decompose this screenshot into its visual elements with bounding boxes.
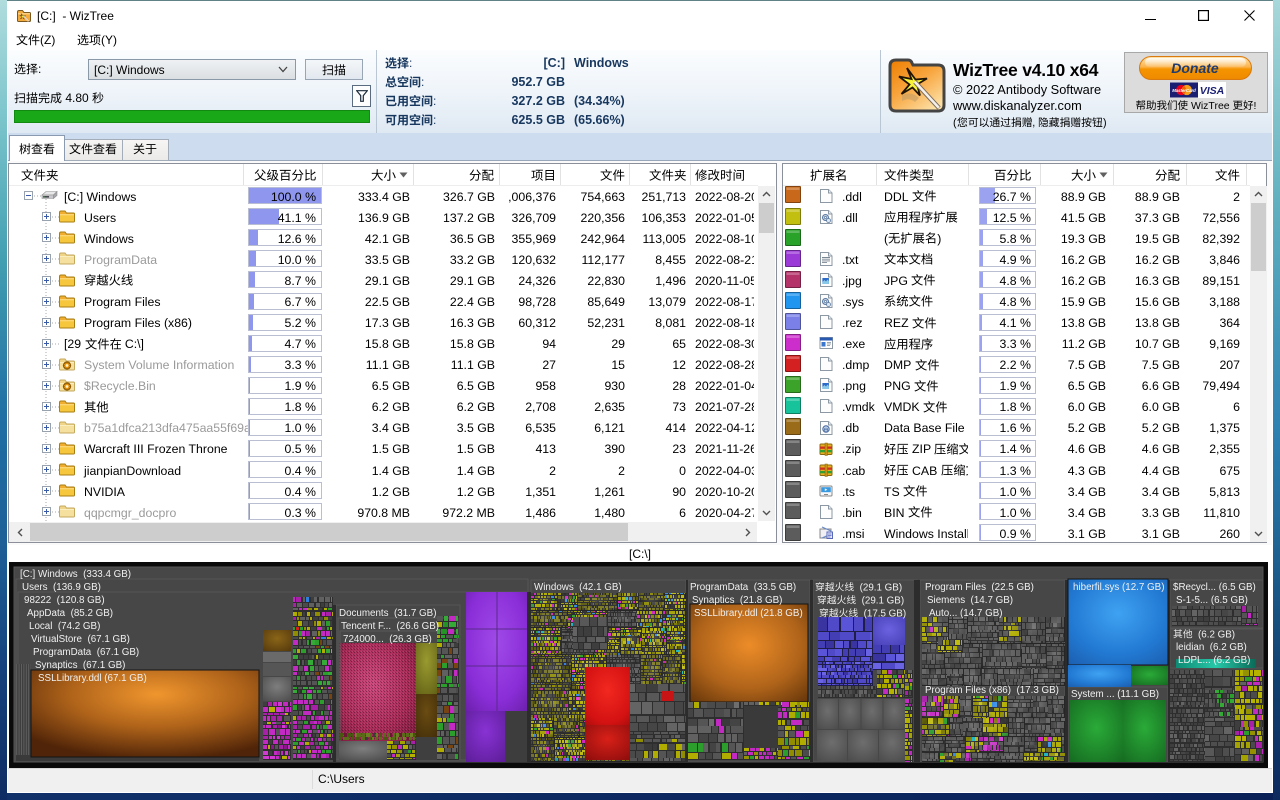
svg-text:VISA: VISA xyxy=(1200,85,1225,97)
svg-text:MasterCard: MasterCard xyxy=(1172,88,1196,93)
